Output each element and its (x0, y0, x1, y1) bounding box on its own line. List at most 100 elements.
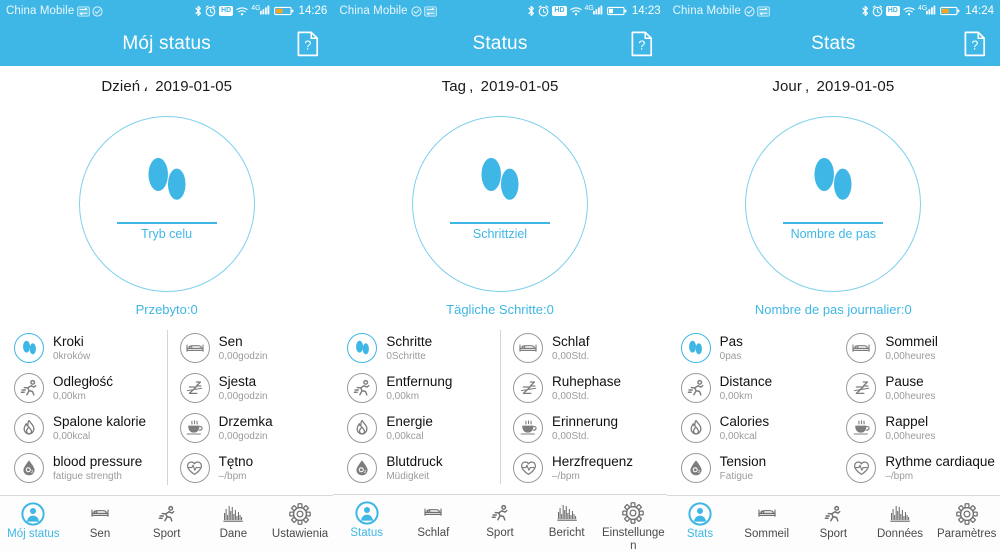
nav-item-ustawienia[interactable]: Ustawienia (267, 501, 334, 541)
metric-item[interactable]: Calories 0,00kcal (680, 408, 830, 448)
status-bar: China Mobile HD 4G 14:26 (0, 0, 334, 22)
metric-value: 0,00godzin (218, 350, 268, 362)
metric-item[interactable]: Spalone kalorie 0,00kcal (14, 408, 163, 448)
metric-label: Sommeil (885, 333, 938, 349)
metric-item[interactable]: Rythme cardiaque –/bpm (846, 448, 996, 488)
bar-chart-icon (556, 500, 578, 525)
nav-item-donn-es[interactable]: Données (867, 501, 934, 541)
metric-value: 0,00kcal (719, 430, 757, 442)
carrier-label: China Mobile (6, 5, 75, 17)
metric-item[interactable]: 2 Tension Fatigue (680, 448, 830, 488)
metric-label: Odległość (53, 373, 114, 389)
metric-item[interactable]: Odległość 0,00km (14, 368, 163, 408)
metric-item[interactable]: Sommeil 0,00heures (846, 328, 996, 368)
bed-icon (513, 333, 543, 363)
nav-item-param-tres[interactable]: Paramètres (933, 501, 1000, 541)
running-person-icon (824, 501, 842, 526)
help-button[interactable]: ? (964, 31, 986, 57)
metric-item[interactable]: Energie 0,00kcal (347, 408, 496, 448)
total-row: Tägliche Schritte:0 (333, 302, 666, 324)
metric-texts: Schlaf 0,00Std. (552, 334, 590, 363)
nav-item-sport[interactable]: Sport (800, 501, 867, 541)
metric-item[interactable]: Sen 0,00godzin (179, 328, 330, 368)
nav-item-label: Stats (686, 528, 714, 540)
metric-label: Schlaf (552, 333, 590, 349)
metric-item[interactable]: Pause 0,00heures (846, 368, 996, 408)
nav-item-bericht[interactable]: Bericht (533, 500, 600, 540)
title-bar: Mój status? (0, 22, 334, 66)
metric-item[interactable]: 2 blood pressure fatigue strength (14, 448, 163, 488)
nav-item-einstellungen[interactable]: Einstellungen (600, 500, 667, 553)
goal-circle[interactable]: Tryb celu (78, 116, 255, 292)
metric-label: Energie (386, 413, 433, 429)
nav-item-dane[interactable]: Dane (200, 501, 267, 541)
bottom-navigation: Stats Sommeil Sport Données Paramètres (666, 495, 1000, 553)
signal-bars-icon: 4G (918, 2, 937, 20)
help-button[interactable]: ? (631, 31, 653, 57)
date-row: Tag, 2019-01-05 (333, 66, 667, 106)
metrics-column-left: Schritte 0Schritte Entfernung 0,00km Energie… (333, 328, 500, 494)
nav-item-m-j-status[interactable]: Mój status (0, 501, 67, 541)
nav-item-label: Données (876, 528, 924, 540)
footsteps-icon (141, 153, 193, 213)
metric-item[interactable]: Schritte 0Schritte (347, 328, 496, 368)
status-bar-right-icons: HD 4G 14:26 (194, 2, 327, 20)
bed-icon (423, 500, 443, 525)
metric-item[interactable]: Ruhephase 0,00Std. (513, 368, 663, 408)
bar-chart-icon (222, 501, 244, 526)
metric-item[interactable]: Drzemka 0,00godzin (179, 408, 330, 448)
network-type-label: 4G (584, 4, 594, 12)
running-person-icon (347, 373, 378, 403)
metric-item[interactable]: Distance 0,00km (680, 368, 830, 408)
clock-label: 14:26 (298, 5, 328, 17)
goal-circle[interactable]: Schrittziel (411, 116, 588, 292)
metric-item[interactable]: Tętno –/bpm (179, 448, 330, 488)
metric-label: Rappel (885, 413, 929, 429)
nav-item-sommeil[interactable]: Sommeil (733, 501, 800, 541)
nav-item-sport[interactable]: Sport (133, 501, 200, 541)
metric-value: –/bpm (218, 470, 247, 482)
metric-texts: Rappel 0,00heures (885, 414, 935, 443)
nav-item-stats[interactable]: Stats (667, 501, 734, 541)
goal-divider-line (116, 221, 217, 224)
metric-item[interactable]: 2 Blutdruck Müdigkeit (347, 448, 496, 488)
metric-item[interactable]: Sjesta 0,00godzin (179, 368, 330, 408)
gear-icon (289, 501, 311, 526)
signal-bars-icon: 4G (585, 2, 604, 20)
nav-item-status[interactable]: Status (333, 500, 400, 540)
nav-item-sen[interactable]: Sen (67, 501, 134, 541)
blood-drop-icon: 2 (14, 453, 44, 483)
goal-divider-line (449, 221, 550, 224)
help-button[interactable]: ? (297, 31, 319, 57)
carrier-label: China Mobile (672, 5, 741, 17)
metric-label: Sjesta (218, 373, 257, 389)
metric-item[interactable]: Entfernung 0,00km (347, 368, 496, 408)
metric-label: Tension (719, 453, 767, 469)
metric-item[interactable]: Pas 0pas (680, 328, 830, 368)
zzz-icon (513, 373, 543, 403)
metric-value: 0,00godzin (218, 390, 268, 402)
footsteps-icon (347, 333, 378, 363)
nav-item-label: Paramètres (936, 528, 997, 540)
goal-circle[interactable]: Nombre de pas (745, 116, 922, 292)
running-person-icon (680, 373, 711, 403)
bottom-navigation: Mój status Sen Sport Dane Ustawienia (0, 495, 334, 553)
nav-item-sport[interactable]: Sport (467, 500, 534, 540)
metric-item[interactable]: Rappel 0,00heures (846, 408, 996, 448)
nav-item-schlaf[interactable]: Schlaf (400, 500, 467, 540)
date-prefix: Dzień (101, 78, 141, 95)
title-bar: Status? (333, 22, 667, 66)
metric-value: 0,00heures (885, 430, 936, 442)
coffee-cup-icon (846, 413, 877, 443)
metrics-column-right: Schlaf 0,00Std. Ruhephase 0,00Std. Erinnerun… (500, 328, 667, 494)
metric-value: 0kroków (53, 350, 91, 362)
metric-value: 0,00godzin (218, 430, 268, 442)
metric-item[interactable]: Erinnerung 0,00Std. (513, 408, 663, 448)
app-screen-2: China Mobile HD 4G 14:23 Status? Tag, 2019-01… (333, 0, 667, 553)
person-icon (688, 501, 712, 526)
metric-item[interactable]: Kroki 0kroków (14, 328, 163, 368)
wifi-icon (236, 6, 248, 16)
metric-item[interactable]: Herzfrequenz –/bpm (513, 448, 663, 488)
metric-item[interactable]: Schlaf 0,00Std. (513, 328, 663, 368)
wifi-icon (569, 6, 582, 16)
